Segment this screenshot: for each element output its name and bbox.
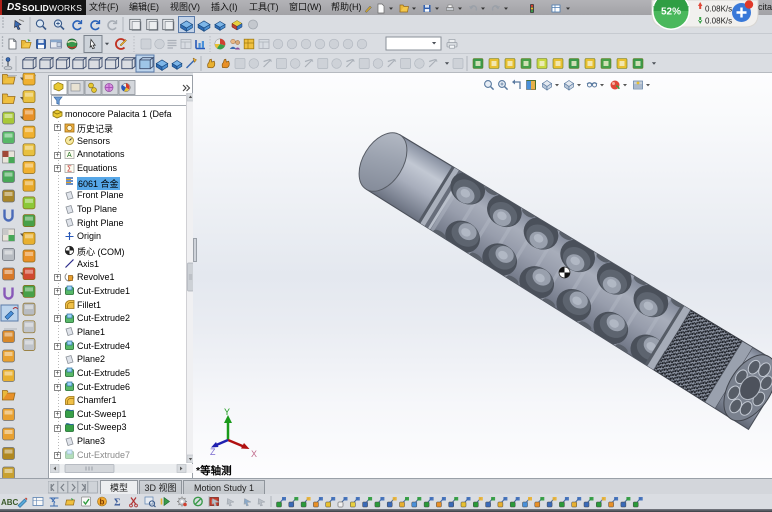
svg-text:Y: Y (224, 408, 230, 417)
svg-text:0.08K/s: 0.08K/s (705, 5, 732, 14)
svg-text:A: A (67, 152, 72, 159)
svg-text:ABC: ABC (1, 498, 19, 507)
svg-text:52%: 52% (661, 7, 681, 18)
svg-text:Σ: Σ (114, 498, 121, 509)
svg-text:Σ: Σ (67, 164, 72, 173)
svg-text:Z: Z (210, 447, 216, 457)
svg-text:b: b (100, 498, 105, 507)
svg-text:X: X (251, 449, 257, 459)
svg-text:0.08K/s: 0.08K/s (705, 17, 732, 26)
